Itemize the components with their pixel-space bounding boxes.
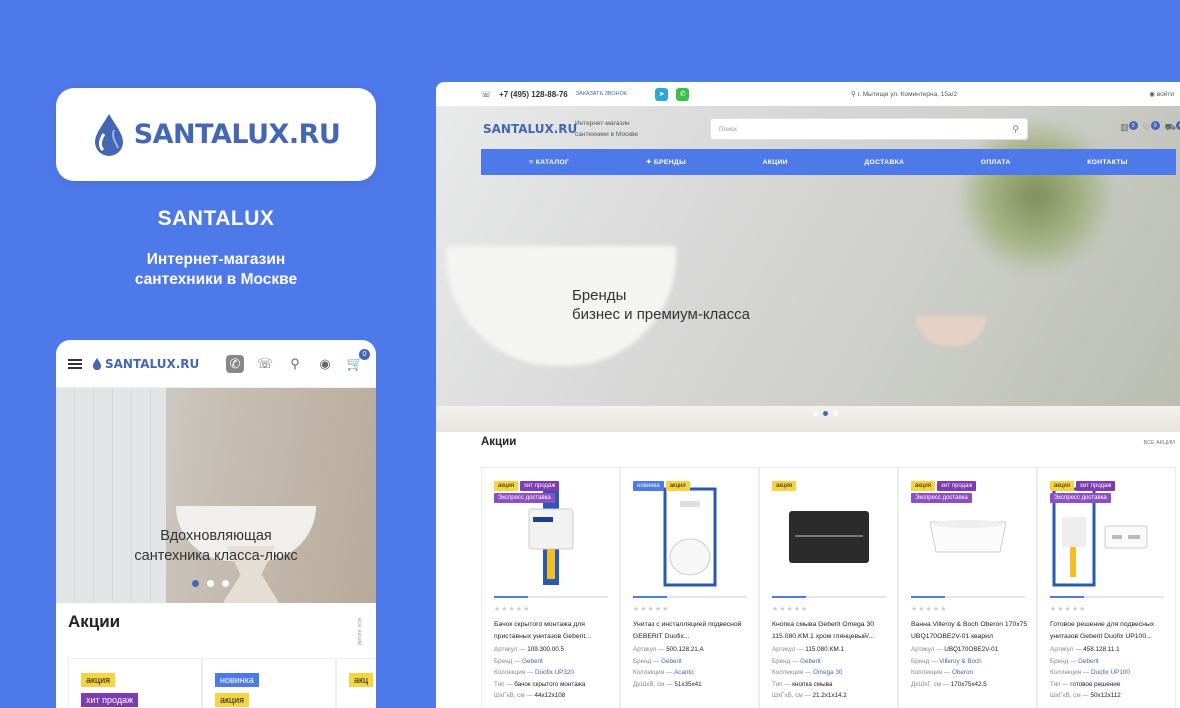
product-name[interactable]: Ванна Villeroy & Boch Oberon 170x75 UBQ1… [911, 619, 1029, 643]
telegram-icon[interactable]: ➤ [655, 87, 669, 101]
desktop-mockup: ☏ +7 (495) 128-88-76 заказать звонок ➤ ✆… [436, 82, 1180, 708]
mobile-header: SANTALUX.RU ✆ ☏ ⚲ ◉ 🛒 0 [56, 340, 376, 388]
mobile-hero-banner[interactable]: Вдохновляющая сантехника класса-люкс [56, 388, 376, 603]
location-pin-icon: ⚲ [851, 91, 858, 98]
mobile-hero-text: Вдохновляющая сантехника класса-люкс [134, 528, 298, 564]
brand-logo-text: SANTALUX.RU [133, 119, 341, 150]
mobile-product-card[interactable]: акция хит продаж [68, 658, 202, 708]
product-specs: Артикул — 115.080.KM.1 Бренд — Geberit К… [772, 646, 847, 699]
phone-icon: ☏ [481, 89, 492, 99]
nav-brands[interactable]: ✦ Бренды [646, 158, 686, 166]
cart-icon[interactable]: 🛒 0 [346, 348, 370, 373]
favorites-icon[interactable]: ♡ 0 [1143, 121, 1160, 134]
product-specs: Артикул — UBQ170OBE2V-01 Бренд — Villero… [911, 646, 999, 688]
rating-stars: ★★★★★ [1050, 606, 1087, 613]
rating-stars: ★★★★★ [772, 606, 809, 613]
search-input[interactable]: Поиск ⚲ [710, 118, 1028, 140]
desktop-slider-dots[interactable] [813, 411, 838, 416]
mobile-product-card[interactable]: новинка акция [202, 658, 336, 708]
brand-subtitle: Интернет-магазин сантехники в Москве [134, 251, 298, 288]
mobile-logo[interactable]: SANTALUX.RU [92, 357, 216, 371]
mobile-product-card[interactable]: акц [336, 658, 376, 708]
product-specs: Артикул — 109.300.00.5 Бренд — Geberit К… [494, 646, 586, 699]
product-name[interactable]: Унитаз с инсталляцией подвесной GEBERIT … [633, 619, 751, 643]
flush-button-icon [772, 486, 886, 588]
mobile-sale-title: Акции [68, 612, 121, 631]
wall-hung-toilet-icon [633, 486, 747, 588]
product-card[interactable]: акция хит продаж Экспресс доставка ★★★★★ … [481, 467, 620, 708]
desktop-topbar: ☏ +7 (495) 128-88-76 заказать звонок ➤ ✆… [436, 82, 1180, 106]
menu-icon[interactable] [68, 358, 82, 369]
rating-stars: ★★★★★ [911, 606, 948, 613]
desktop-logo[interactable]: SANTALUX.RU [481, 122, 577, 136]
main-nav: ≡ Каталог ✦ Бренды Акции Доставка Оплата… [481, 149, 1176, 175]
mobile-product-cards: акция хит продаж новинка акция акц [68, 658, 376, 708]
product-card[interactable]: новинка акция ★★★★★ Унитаз с инсталляцией… [620, 467, 759, 708]
address: ⚲ г. Мытищи ул. Коминтерна, 15а/2 [851, 91, 958, 98]
callback-link[interactable]: заказать звонок [576, 91, 627, 97]
compare-icon[interactable]: ▥ 0 [1120, 121, 1138, 134]
product-name[interactable]: Кнопка смыва Geberit Omega 30 115.080.KM… [772, 619, 890, 643]
phone-number[interactable]: +7 (495) 128-88-76 [499, 90, 568, 99]
product-card[interactable]: акция хит продаж Экспресс доставка ★★★★★ … [1037, 467, 1176, 708]
product-specs: Артикул — 458.128.11.1 Бренд — Geberit К… [1050, 646, 1130, 699]
mobile-slider-dots[interactable] [192, 580, 229, 587]
product-specs: Артикул — 500.128.21.A Бренд — Geberit К… [633, 646, 704, 688]
nav-delivery[interactable]: Доставка [864, 159, 904, 166]
product-name[interactable]: Бачок скрытого монтажа для приставных ун… [494, 619, 612, 643]
nav-sales[interactable]: Акции [763, 159, 788, 166]
search-icon[interactable]: ⚲ [1012, 124, 1019, 135]
all-sales-link[interactable]: все акции [1143, 440, 1175, 446]
user-icon: ◉ [1149, 91, 1157, 98]
user-icon[interactable]: ◉ [316, 355, 334, 373]
product-name[interactable]: Готовое решение для подвесных унитазов G… [1050, 619, 1168, 643]
whatsapp-icon[interactable]: ✆ [676, 87, 690, 101]
cart-icon[interactable]: ⛟0 [1165, 121, 1180, 134]
search-icon[interactable]: ⚲ [286, 355, 304, 373]
star-icon: ✦ [645, 159, 654, 166]
whatsapp-icon[interactable]: ✆ [226, 354, 244, 373]
product-card[interactable]: акция хит продаж Экспресс доставка ★★★★★ … [898, 467, 1037, 708]
water-drop-icon [94, 113, 123, 156]
nav-catalog[interactable]: ≡ Каталог [529, 159, 569, 166]
login-link[interactable]: ◉ войти [1149, 90, 1174, 98]
desktop-hero-text: Бренды бизнес и премиум-класса [572, 287, 750, 323]
brand-logo-card: SANTALUX.RU [56, 88, 376, 181]
brand-title: SANTALUX [157, 207, 275, 230]
rating-stars: ★★★★★ [494, 606, 531, 613]
water-drop-icon [92, 357, 102, 370]
desktop-tagline: Интернет-магазин сантехники в Москве [575, 120, 639, 138]
cart-count-badge: 0 [359, 348, 370, 360]
desktop-header: SANTALUX.RU Интернет-магазин сантехники … [481, 116, 1180, 142]
nav-contacts[interactable]: Контакты [1087, 159, 1128, 166]
desktop-product-cards: акция хит продаж Экспресс доставка ★★★★★ … [481, 467, 1176, 708]
product-card[interactable]: акция ★★★★★ Кнопка смыва Geberit Omega 3… [759, 467, 898, 708]
phone-icon[interactable]: ☏ [256, 355, 274, 373]
nav-payment[interactable]: Оплата [981, 159, 1011, 166]
rating-stars: ★★★★★ [633, 606, 670, 613]
mobile-all-sales-link[interactable]: все акции [356, 618, 362, 645]
mobile-mockup: SANTALUX.RU ✆ ☏ ⚲ ◉ 🛒 0 Вдохновляющая сан… [56, 340, 376, 708]
desktop-sale-title: Акции [481, 436, 517, 448]
